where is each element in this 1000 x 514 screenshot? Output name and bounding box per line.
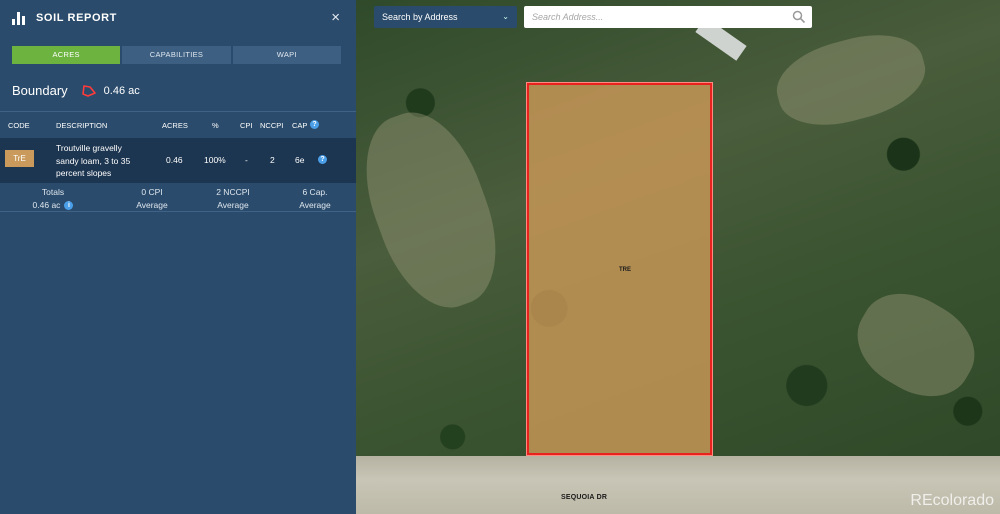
table-row[interactable]: TrE Troutville gravelly sandy loam, 3 to… [0, 138, 356, 183]
road-label: SEQUOIA DR [561, 494, 608, 501]
col-description: DESCRIPTION [56, 121, 108, 130]
close-icon[interactable]: × [331, 10, 340, 25]
boundary-polygon-icon [81, 84, 96, 97]
col-code: CODE [8, 121, 30, 130]
report-tabs: ACRES CAPABILITIES WAPI [12, 46, 341, 64]
totals-cap-value: 6 Cap. [302, 187, 328, 197]
totals-nccpi-value: 2 NCCPI [216, 187, 250, 197]
boundary-summary: Boundary 0.46 ac [12, 83, 140, 98]
search-icon[interactable] [792, 10, 806, 24]
totals-nccpi-col: 2 NCCPI Average [200, 186, 266, 212]
soil-description: Troutville gravelly sandy loam, 3 to 35 … [56, 143, 131, 178]
soil-percent: 100% [204, 155, 226, 165]
tab-wapi[interactable]: WAPI [232, 46, 341, 64]
soil-table-header: CODE DESCRIPTION ACRES % CPI NCCPI CAP ? [0, 111, 356, 138]
road [356, 456, 1000, 514]
col-acres: ACRES [162, 121, 188, 130]
panel-title: SOIL REPORT [36, 12, 117, 24]
watermark-logo: REcolorado [910, 492, 994, 509]
totals-cpi-value: 0 CPI [141, 187, 163, 197]
soil-acres: 0.46 [166, 155, 183, 165]
boundary-acres: 0.46 ac [103, 84, 140, 97]
totals-cpi-label: Average [136, 200, 168, 210]
search-mode-label: Search by Address [382, 12, 458, 22]
panel-header: SOIL REPORT × [0, 0, 356, 36]
info-icon[interactable]: i [64, 201, 74, 211]
soil-report-panel: SOIL REPORT × ACRES CAPABILITIES WAPI Bo… [0, 0, 356, 514]
totals-label: Totals [41, 187, 65, 197]
totals-acres-col: Totals 0.46 ac i [20, 186, 86, 212]
col-cpi: CPI [240, 121, 253, 130]
terrain-clearing [841, 276, 991, 414]
col-cap: CAP [292, 121, 308, 130]
search-input[interactable] [524, 6, 784, 28]
soil-cap: 6e [295, 155, 305, 165]
bar-chart-icon [12, 11, 26, 25]
soil-cpi: - [245, 155, 248, 165]
tab-acres[interactable]: ACRES [12, 46, 121, 64]
totals-nccpi-label: Average [217, 200, 249, 210]
soil-nccpi: 2 [270, 155, 275, 165]
totals-row: Totals 0.46 ac i 0 CPI Average 2 NCCPI Av… [0, 183, 356, 212]
row-help-icon[interactable]: ? [318, 155, 327, 164]
boundary-label: Boundary [12, 83, 68, 98]
terrain-clearing [356, 97, 517, 323]
totals-cap-col: 6 Cap. Average [284, 186, 346, 212]
cap-help-icon[interactable]: ? [310, 120, 319, 129]
search-mode-dropdown[interactable]: Search by Address ⌄ [374, 6, 517, 28]
address-search [524, 6, 812, 28]
col-percent: % [212, 121, 219, 130]
chevron-down-icon: ⌄ [502, 12, 509, 21]
totals-acres: 0.46 ac [32, 200, 61, 210]
tab-capabilities[interactable]: CAPABILITIES [122, 46, 231, 64]
terrain-clearing [768, 21, 934, 139]
satellite-map[interactable]: SEQUOIA DR TRE Search by Address ⌄ REcol… [356, 0, 1000, 514]
soil-code-badge: TrE [5, 150, 34, 167]
totals-cap-label: Average [299, 200, 331, 210]
parcel-soil-label: TRE [619, 267, 631, 273]
totals-cpi-col: 0 CPI Average [122, 186, 182, 212]
col-nccpi: NCCPI [260, 121, 284, 130]
